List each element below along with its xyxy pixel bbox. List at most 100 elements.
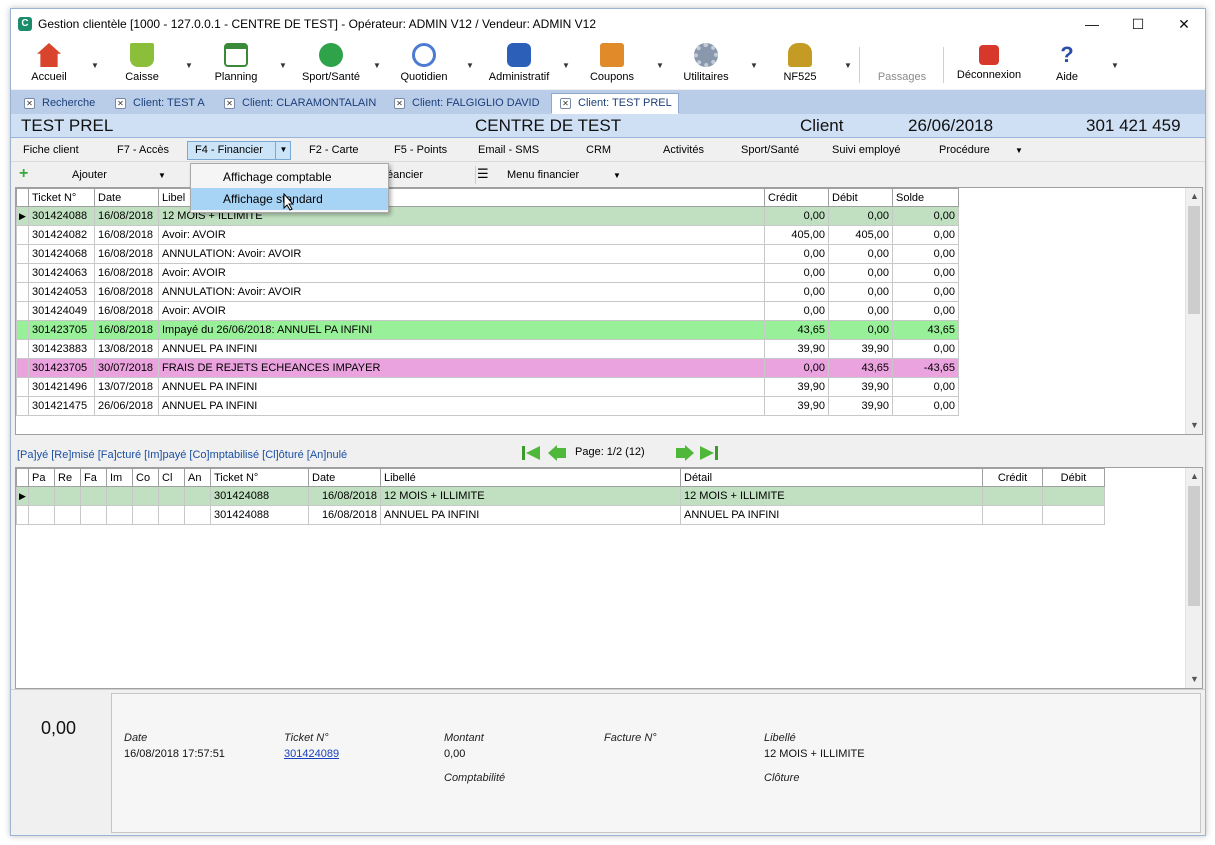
cell-libelle[interactable]: Avoir: AVOIR	[158, 263, 765, 283]
cell-credit[interactable]: 39,90	[764, 377, 829, 397]
toolbar-caisse-dropdown[interactable]: ▼	[185, 61, 193, 70]
table-row[interactable]: 301423705 30/07/2018 FRAIS DE REJETS ECHEA…	[16, 358, 959, 378]
cell-solde[interactable]: -43,65	[892, 358, 959, 378]
toolbar-sport-sante-dropdown[interactable]: ▼	[373, 61, 381, 70]
cell-debit[interactable]: 0,00	[828, 320, 893, 340]
close-tab-icon[interactable]: ✕	[24, 97, 35, 109]
cell-flag-co[interactable]	[132, 486, 159, 506]
row-indicator[interactable]	[16, 505, 29, 525]
plus-icon[interactable]: +	[19, 165, 28, 183]
toolbar-coupons-button[interactable]: Coupons	[579, 41, 645, 87]
cell-credit[interactable]: 0,00	[764, 206, 829, 226]
header-debit[interactable]: Débit	[828, 188, 893, 207]
header-ticket[interactable]: Ticket N°	[210, 468, 309, 487]
tab-recherche[interactable]: ✕ Recherche	[15, 93, 102, 114]
header-im[interactable]: Im	[106, 468, 133, 487]
cell-debit[interactable]: 39,90	[828, 339, 893, 359]
toolbar-quotidien-button[interactable]: Quotidien	[391, 41, 457, 87]
cell-libelle[interactable]: FRAIS DE REJETS ECHEANCES IMPAYER	[158, 358, 765, 378]
subnav-activites[interactable]: Activités	[663, 144, 704, 156]
row-indicator[interactable]: ▶	[16, 486, 29, 506]
maximize-button[interactable]: ☐	[1115, 9, 1161, 39]
cell-libelle[interactable]: Avoir: AVOIR	[158, 301, 765, 321]
cell-credit[interactable]	[982, 486, 1043, 506]
cell-ticket[interactable]: 301423883	[28, 339, 95, 359]
toolbar-aide-dropdown[interactable]: ▼	[1111, 61, 1119, 70]
table-row[interactable]: 301421475 26/06/2018 ANNUEL PA INFINI 39,90…	[16, 396, 959, 416]
cell-ticket[interactable]: 301424063	[28, 263, 95, 283]
header-an[interactable]: An	[184, 468, 211, 487]
cell-debit[interactable]: 0,00	[828, 206, 893, 226]
cell-flag-re[interactable]	[54, 486, 81, 506]
cell-debit[interactable]: 39,90	[828, 377, 893, 397]
toolbar-utilitaires-button[interactable]: Utilitaires	[671, 41, 741, 87]
table-row[interactable]: 301424049 16/08/2018 Avoir: AVOIR 0,00 0,00 0…	[16, 301, 959, 321]
toolbar-deconnexion-button[interactable]: Déconnexion	[951, 41, 1027, 87]
cell-ticket[interactable]: 301424088	[28, 206, 95, 226]
cell-credit[interactable]: 0,00	[764, 263, 829, 283]
menu-item-affichage-comptable[interactable]: Affichage comptable	[191, 166, 388, 188]
close-button[interactable]: ✕	[1161, 9, 1205, 39]
cell-date[interactable]: 16/08/2018	[308, 505, 381, 525]
toolbar-administratif-button[interactable]: Administratif	[479, 41, 559, 87]
cell-date[interactable]: 16/08/2018	[94, 206, 159, 226]
cell-solde[interactable]: 43,65	[892, 320, 959, 340]
row-indicator[interactable]	[16, 282, 29, 302]
cell-date[interactable]: 16/08/2018	[308, 486, 381, 506]
toolbar-accueil-dropdown[interactable]: ▼	[91, 61, 99, 70]
tab-client-test-a[interactable]: ✕ Client: TEST A	[106, 93, 212, 114]
cell-flag-im[interactable]	[106, 505, 133, 525]
echeancier-button[interactable]: éancier	[387, 169, 423, 181]
cell-solde[interactable]: 0,00	[892, 225, 959, 245]
header-pa[interactable]: Pa	[28, 468, 55, 487]
cell-solde[interactable]: 0,00	[892, 263, 959, 283]
menu-icon[interactable]: ☰	[477, 166, 489, 182]
cell-ticket[interactable]: 301423705	[28, 320, 95, 340]
cell-libelle[interactable]: ANNUEL PA INFINI	[158, 377, 765, 397]
cell-credit[interactable]: 0,00	[764, 358, 829, 378]
cell-flag-cl[interactable]	[158, 486, 185, 506]
subnav-financier[interactable]: F4 - Financier	[195, 144, 263, 156]
toolbar-accueil-button[interactable]: Accueil	[16, 41, 82, 87]
cell-debit[interactable]: 0,00	[828, 244, 893, 264]
close-tab-icon[interactable]: ✕	[224, 97, 235, 109]
cell-flag-an[interactable]	[184, 505, 211, 525]
close-tab-icon[interactable]: ✕	[394, 97, 405, 109]
cell-ticket[interactable]: 301424088	[210, 486, 309, 506]
row-indicator[interactable]	[16, 396, 29, 416]
cell-credit[interactable]: 0,00	[764, 282, 829, 302]
cell-credit[interactable]: 39,90	[764, 339, 829, 359]
ticket-detail-scrollbar[interactable]: ▲ ▼	[1185, 468, 1202, 688]
table-row[interactable]: 301424082 16/08/2018 Avoir: AVOIR 405,00 405…	[16, 225, 959, 245]
cell-flag-im[interactable]	[106, 486, 133, 506]
cell-credit[interactable]: 43,65	[764, 320, 829, 340]
cell-flag-fa[interactable]	[80, 505, 107, 525]
table-row[interactable]: 301424053 16/08/2018 ANNULATION: Avoir: AV…	[16, 282, 959, 302]
cell-libelle[interactable]: ANNULATION: Avoir: AVOIR	[158, 282, 765, 302]
toolbar-passages-button[interactable]: Passages	[867, 41, 937, 87]
add-dropdown-arrow[interactable]: ▼	[158, 171, 166, 180]
header-solde[interactable]: Solde	[892, 188, 959, 207]
cell-date[interactable]: 16/08/2018	[94, 320, 159, 340]
header-co[interactable]: Co	[132, 468, 159, 487]
header-date[interactable]: Date	[308, 468, 381, 487]
toolbar-planning-button[interactable]: Planning	[203, 41, 269, 87]
toolbar-caisse-button[interactable]: Caisse	[109, 41, 175, 87]
ticket-link[interactable]: 301424089	[284, 748, 339, 760]
cell-ticket[interactable]: 301421496	[28, 377, 95, 397]
menu-financier-button[interactable]: Menu financier	[507, 169, 579, 181]
cell-date[interactable]: 13/07/2018	[94, 377, 159, 397]
toolbar-sport-sante-button[interactable]: Sport/Santé	[295, 41, 367, 87]
cell-libelle[interactable]: Avoir: AVOIR	[158, 225, 765, 245]
cell-date[interactable]: 30/07/2018	[94, 358, 159, 378]
table-row[interactable]: 301421496 13/07/2018 ANNUEL PA INFINI 39,90…	[16, 377, 959, 397]
cell-solde[interactable]: 0,00	[892, 339, 959, 359]
cell-debit[interactable]: 39,90	[828, 396, 893, 416]
transactions-scrollbar[interactable]: ▲ ▼	[1185, 188, 1202, 434]
cell-credit[interactable]: 0,00	[764, 301, 829, 321]
subnav-procedure[interactable]: Procédure	[939, 144, 990, 156]
cell-ticket[interactable]: 301424088	[210, 505, 309, 525]
cell-libelle[interactable]: 12 MOIS + ILLIMITE	[380, 486, 681, 506]
cell-ticket[interactable]: 301424053	[28, 282, 95, 302]
toolbar-quotidien-dropdown[interactable]: ▼	[466, 61, 474, 70]
